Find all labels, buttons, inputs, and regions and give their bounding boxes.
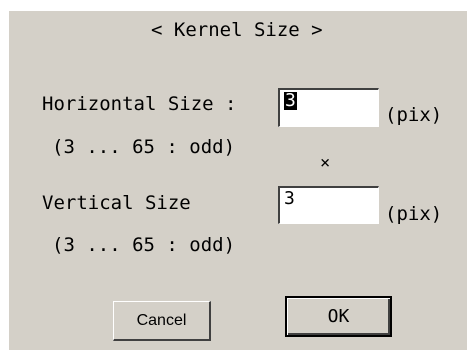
kernel-size-dialog: < Kernel Size > Horizontal Size : (3 ...…: [9, 11, 467, 350]
vertical-size-value: 3: [284, 188, 295, 209]
vertical-unit-label: (pix): [385, 203, 443, 225]
horizontal-range-hint: (3 ... 65 : odd): [52, 136, 236, 158]
horizontal-unit-label: (pix): [385, 104, 443, 126]
vertical-size-label: Vertical Size: [42, 192, 191, 214]
horizontal-size-label: Horizontal Size :: [42, 93, 237, 115]
horizontal-size-value: 3: [284, 90, 297, 111]
cancel-button[interactable]: Cancel: [113, 301, 211, 341]
horizontal-size-input[interactable]: 3: [278, 88, 379, 127]
ok-button[interactable]: OK: [285, 296, 392, 337]
vertical-size-input[interactable]: 3: [278, 186, 379, 224]
dialog-title: < Kernel Size >: [151, 19, 323, 41]
multiply-sign: ×: [320, 153, 331, 173]
vertical-range-hint: (3 ... 65 : odd): [52, 234, 236, 256]
